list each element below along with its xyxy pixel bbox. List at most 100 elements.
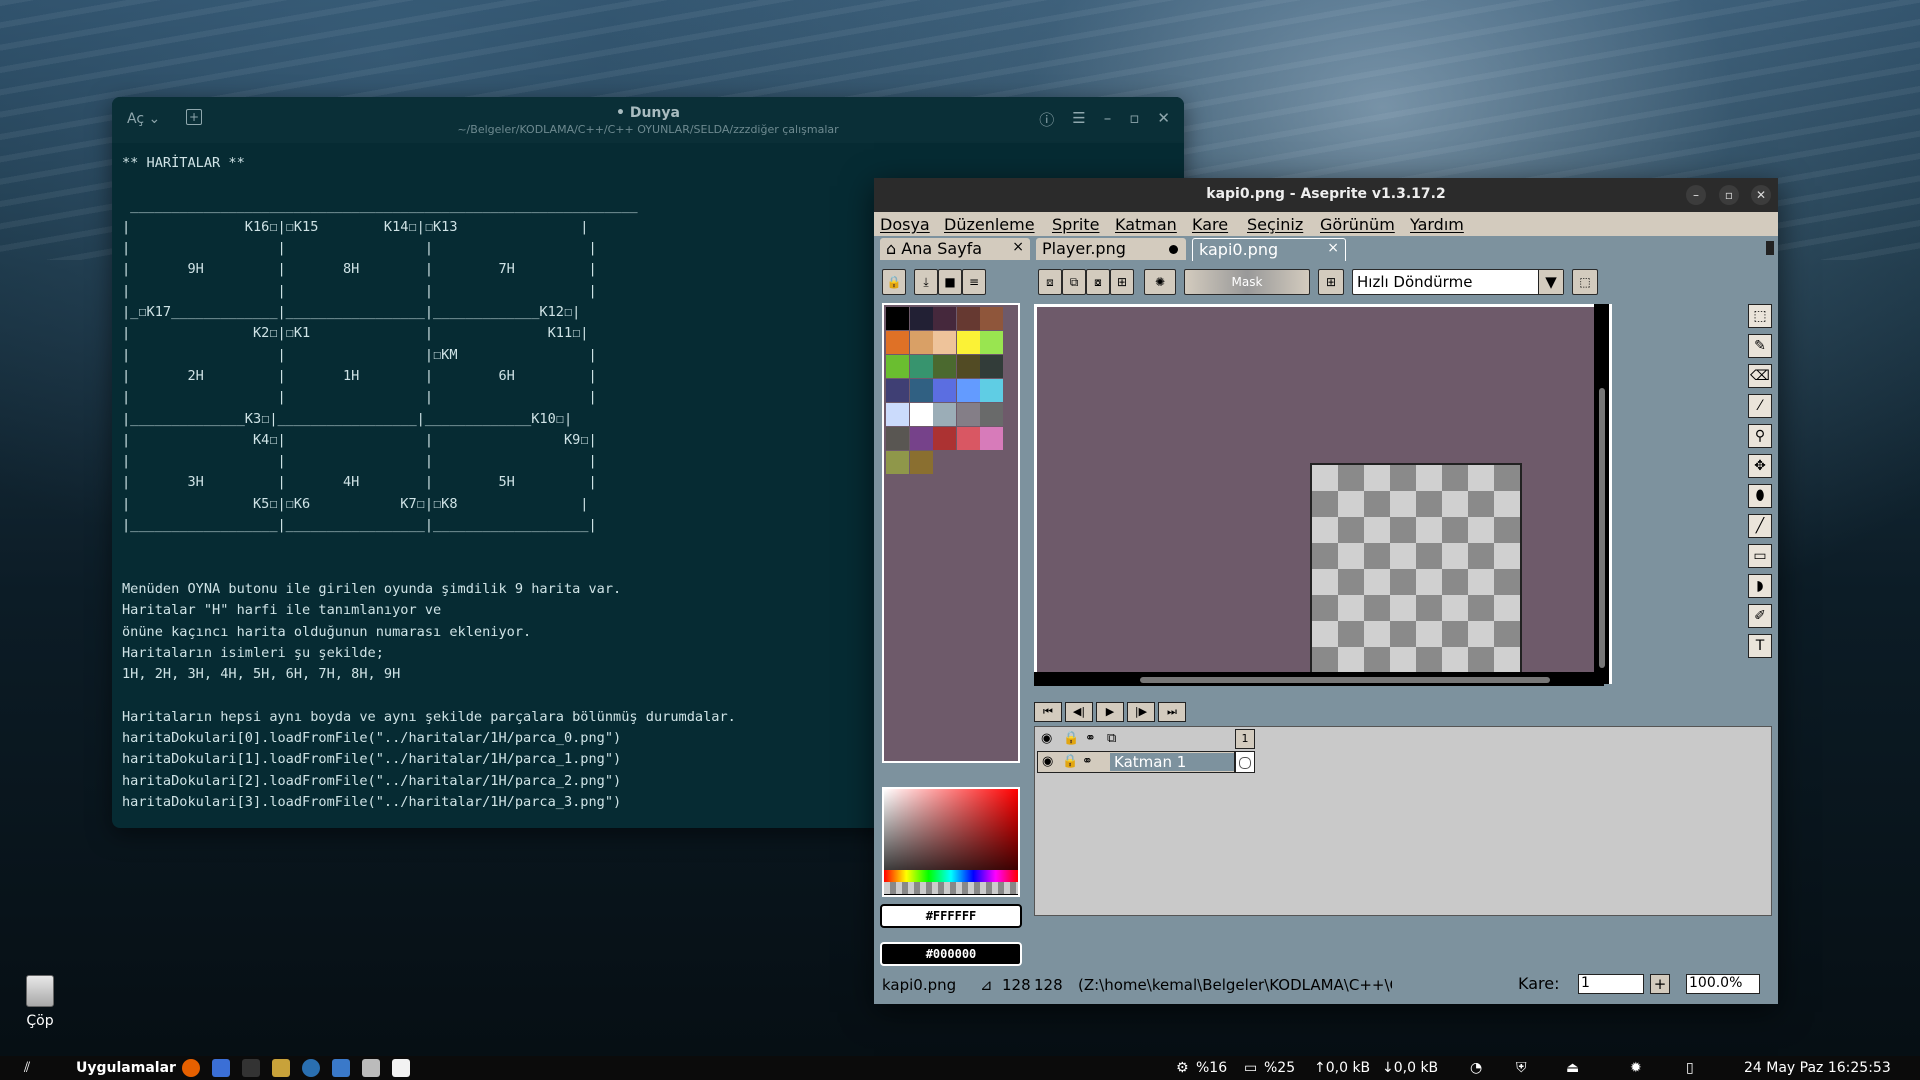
firefox-icon[interactable]	[182, 1059, 200, 1077]
network-icon[interactable]: ◔	[1470, 1060, 1482, 1076]
lock-icon[interactable]: 🔒	[882, 269, 906, 295]
maximize-icon[interactable]: ▫	[1719, 185, 1739, 205]
minimize-icon[interactable]: –	[1686, 185, 1706, 205]
selection-replace-icon[interactable]: ⧈	[1038, 269, 1062, 295]
next-frame-icon[interactable]: |▶	[1127, 702, 1155, 722]
text-icon[interactable]: T	[1748, 634, 1772, 658]
clipboard-icon[interactable]: ▯	[1686, 1060, 1694, 1076]
layer-name[interactable]: Katman 1	[1110, 753, 1234, 771]
menu-duzenleme[interactable]: Düzenleme	[944, 215, 1035, 234]
palette-swatch[interactable]	[933, 331, 956, 354]
marquee-icon[interactable]: ⬚	[1748, 304, 1772, 328]
palette-swatch[interactable]	[980, 307, 1003, 330]
palette-swatch[interactable]	[933, 379, 956, 402]
hue-slider[interactable]	[884, 870, 1018, 882]
tab-close-icon[interactable]: ×	[1012, 239, 1024, 255]
close-icon[interactable]: ✕	[1157, 109, 1170, 130]
palette-swatch[interactable]	[909, 379, 933, 402]
frame-input[interactable]: 1	[1578, 974, 1644, 994]
menu-dosya[interactable]: Dosya	[880, 215, 930, 234]
shield-icon[interactable]: ⛨	[1516, 1060, 1527, 1076]
palette-swatch[interactable]	[956, 355, 980, 378]
pencil-icon[interactable]: ✎	[1748, 334, 1772, 358]
frame-header[interactable]: 1	[1235, 729, 1255, 749]
palette-swatch[interactable]	[909, 331, 933, 354]
menu-sprite[interactable]: Sprite	[1052, 215, 1099, 234]
fill-icon[interactable]: ⬮	[1748, 484, 1772, 508]
chevron-down-icon[interactable]: ▼	[1538, 270, 1563, 294]
palette-swatch[interactable]	[886, 307, 909, 330]
launcher-icon[interactable]: ⫽	[24, 1060, 30, 1076]
vertical-scroll-thumb[interactable]	[1599, 388, 1605, 668]
transform-icon[interactable]: ⬚	[1572, 269, 1598, 295]
aseprite-icon[interactable]	[332, 1059, 350, 1077]
eraser-icon[interactable]: ⌫	[1748, 364, 1772, 388]
menu-seciniz[interactable]: Seçiniz	[1247, 215, 1303, 234]
palette-swatch[interactable]	[909, 307, 933, 330]
list-icon[interactable]: ≡	[962, 269, 986, 295]
layers-icon[interactable]: ⧉	[1107, 731, 1116, 746]
document-icon[interactable]	[212, 1059, 230, 1077]
palette-swatch[interactable]	[909, 403, 933, 426]
menu-icon[interactable]: ☰	[1072, 109, 1085, 130]
game-icon[interactable]	[272, 1059, 290, 1077]
eyedropper-icon[interactable]: ⁄	[1748, 394, 1772, 418]
trash-desktop-icon[interactable]: Çöp	[22, 975, 58, 1029]
foreground-color[interactable]: #FFFFFF	[880, 904, 1022, 928]
add-frame-icon[interactable]: +	[1650, 974, 1670, 994]
layer-row[interactable]: ◉ 🔒 ⚭ Katman 1	[1037, 751, 1235, 773]
palette-swatch[interactable]	[909, 355, 933, 378]
pivot-grid-icon[interactable]: ⊞	[1318, 269, 1344, 295]
play-icon[interactable]: ▶	[1096, 702, 1124, 722]
move-icon[interactable]: ✥	[1748, 454, 1772, 478]
terminal-icon[interactable]	[242, 1059, 260, 1077]
palette-swatch[interactable]	[886, 379, 909, 402]
tab-close-icon[interactable]: ×	[1327, 240, 1339, 256]
palette-swatch[interactable]	[980, 331, 1003, 354]
contour-icon[interactable]: ◗	[1748, 574, 1772, 598]
info-icon[interactable]: ⓘ	[1039, 109, 1054, 130]
panel-toggle-icon[interactable]	[1766, 241, 1774, 255]
palette-swatch[interactable]	[886, 355, 909, 378]
minimize-icon[interactable]: –	[1104, 109, 1112, 130]
blur-icon[interactable]: ✐	[1748, 604, 1772, 628]
lock-icon[interactable]: 🔒	[1062, 754, 1078, 769]
selection-add-icon[interactable]: ⧉	[1062, 269, 1086, 295]
zoom-icon[interactable]: ⚲	[1748, 424, 1772, 448]
cel[interactable]	[1235, 751, 1255, 773]
prev-frame-icon[interactable]: ◀|	[1065, 702, 1093, 722]
transparent-color-icon[interactable]: ✺	[1144, 269, 1176, 295]
palette-swatch[interactable]	[909, 427, 933, 450]
steam-icon[interactable]	[302, 1059, 320, 1077]
calculator-icon[interactable]	[362, 1059, 380, 1077]
background-color[interactable]: #000000	[880, 942, 1022, 966]
palette-swatch[interactable]	[933, 403, 956, 426]
applications-menu[interactable]: Uygulamalar	[76, 1060, 176, 1076]
menu-katman[interactable]: Katman	[1115, 215, 1177, 234]
tab-kapi0[interactable]: kapi0.png ×	[1192, 238, 1346, 261]
stop-icon[interactable]: ■	[938, 269, 962, 295]
alpha-slider[interactable]	[884, 882, 1018, 894]
mask-color-button[interactable]: Mask	[1184, 269, 1310, 295]
palette-swatch[interactable]	[956, 307, 980, 330]
eye-icon[interactable]: ◉	[1042, 754, 1053, 769]
palette-swatch[interactable]	[980, 355, 1003, 378]
line-icon[interactable]: ╱	[1748, 514, 1772, 538]
tab-home[interactable]: ⌂ Ana Sayfa ×	[880, 238, 1030, 260]
palette-swatch[interactable]	[886, 403, 909, 426]
menu-yardim[interactable]: Yardım	[1410, 215, 1464, 234]
selection-subtract-icon[interactable]: ⧇	[1086, 269, 1110, 295]
palette-swatch[interactable]	[980, 427, 1003, 450]
rotation-algorithm-select[interactable]: Hızlı Döndürme ▼	[1352, 269, 1564, 295]
close-icon[interactable]: ✕	[1751, 185, 1771, 205]
lock-icon[interactable]: 🔒	[1063, 731, 1079, 746]
rectangle-icon[interactable]: ▭	[1748, 544, 1772, 568]
horizontal-scroll-thumb[interactable]	[1140, 677, 1550, 683]
palette-swatch[interactable]	[933, 427, 956, 450]
first-frame-icon[interactable]: ⏮	[1034, 702, 1062, 722]
palette-swatch[interactable]	[956, 427, 980, 450]
palette-swatch[interactable]	[980, 403, 1003, 426]
palette-swatch[interactable]	[980, 379, 1003, 402]
palette-swatch[interactable]	[886, 451, 909, 474]
palette-swatch[interactable]	[956, 331, 980, 354]
